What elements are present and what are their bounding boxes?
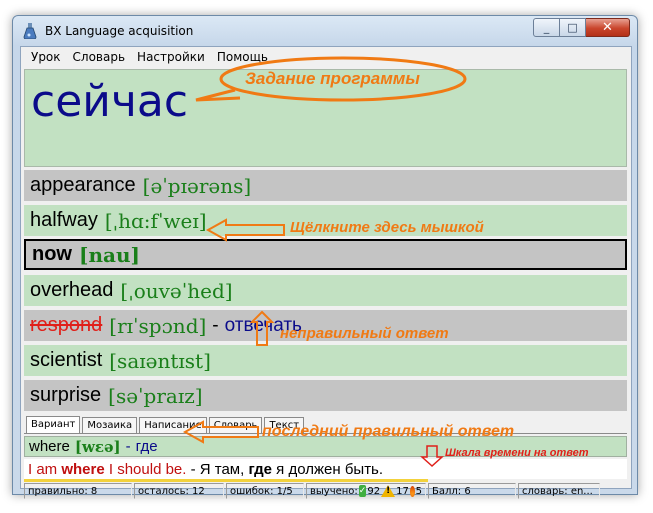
window-title: BX Language acquisition (45, 24, 194, 38)
option-transcription: [ˌouvəˈhed] (120, 278, 233, 303)
last-answer-word: where (29, 438, 70, 455)
tab-spelling[interactable]: Написание (139, 417, 207, 434)
tab-mosaic[interactable]: Мозаика (82, 417, 138, 434)
option-word: now (32, 243, 72, 265)
answer-options: appearance [əˈpɪərəns] halfway [ˌhɑ:fˈwe… (24, 170, 627, 414)
last-answer-dash: - (125, 438, 131, 455)
menu-dictionary[interactable]: Словарь (67, 50, 132, 64)
status-errors: ошибок: 1/5 (226, 483, 304, 499)
annotation-last-answer: последний правильный ответ (262, 423, 515, 440)
menu-settings[interactable]: Настройки (131, 50, 211, 64)
tab-dictionary[interactable]: Словарь (208, 417, 263, 434)
example-en-part1: I am (28, 461, 62, 478)
answer-time-scale (24, 479, 627, 482)
example-en-keyword: where (61, 461, 105, 478)
learned-ok-count: 92 (367, 485, 381, 497)
status-remaining: осталось: 12 (134, 483, 224, 499)
status-score: Балл: 6 (428, 483, 516, 499)
status-dictionary: словарь: en... (518, 483, 600, 499)
close-button[interactable]: ✕ (586, 18, 630, 37)
last-answer-translation: где (135, 438, 158, 455)
status-correct: правильно: 8 (24, 483, 132, 499)
option-row-3-selected[interactable]: now [nau] (24, 239, 627, 270)
option-transcription: [səˈpraɪz] (108, 383, 203, 408)
maximize-button[interactable]: □ (560, 18, 586, 37)
annotation-click-here: Щёлкните здесь мышкой (290, 219, 484, 236)
example-ru-part1: - Я там, (186, 461, 249, 478)
last-answer-transcription: [wɛə] (74, 437, 121, 456)
option-transcription: [rɪˈspɔnd] (109, 313, 207, 338)
tab-variant[interactable]: Вариант (26, 416, 81, 434)
status-learned: выучено: ✓ 92 17 5 (306, 483, 426, 499)
check-icon: ✓ (358, 485, 367, 497)
option-transcription: [əˈpɪərəns] (142, 173, 252, 198)
example-sentence: I am where I should be. - Я там, где я д… (24, 459, 627, 480)
learned-label: выучено: (310, 485, 358, 497)
minimize-button[interactable]: _ (533, 18, 560, 37)
title-bar[interactable]: BX Language acquisition _ □ ✕ (13, 16, 637, 46)
option-word: appearance (30, 174, 136, 196)
option-transcription: [saɪəntɪst] (109, 348, 211, 373)
option-word: halfway (30, 209, 98, 231)
caption-buttons: _ □ ✕ (533, 18, 630, 37)
learned-warn-count: 17 (396, 485, 409, 497)
status-bar: правильно: 8 осталось: 12 ошибок: 1/5 вы… (24, 483, 627, 500)
warning-icon (381, 485, 396, 497)
option-word: scientist (30, 349, 103, 371)
option-word-wrong: respond (30, 314, 103, 336)
option-dash: - (212, 314, 219, 336)
flask-app-icon (23, 23, 37, 39)
option-row-6[interactable]: scientist [saɪəntɪst] (24, 345, 627, 376)
annotation-wrong-answer: неправильный ответ (280, 325, 449, 342)
annotation-time-scale: Шкала времени на ответ (445, 447, 589, 459)
task-word: сейчас (31, 76, 189, 127)
option-row-7[interactable]: surprise [səˈpraɪz] (24, 380, 627, 411)
option-row-4[interactable]: overhead [ˌouvəˈhed] (24, 275, 627, 306)
example-en-part2: I should be. (104, 461, 187, 478)
option-word: overhead (30, 279, 114, 301)
example-ru-keyword: где (248, 461, 273, 478)
example-ru-part2: я должен быть. (272, 461, 384, 478)
fire-icon (409, 485, 415, 497)
menu-help[interactable]: Помощь (211, 50, 274, 64)
option-transcription: [nau] (79, 242, 140, 267)
option-word: surprise (30, 384, 102, 406)
learned-fire-count: 5 (415, 485, 422, 497)
time-scale-fill (24, 479, 428, 482)
menu-bar: Урок Словарь Настройки Помощь (21, 47, 631, 66)
option-transcription: [ˌhɑ:fˈweɪ] (104, 208, 207, 233)
option-row-1[interactable]: appearance [əˈpɪərəns] (24, 170, 627, 201)
annotation-task: Задание программы (245, 69, 420, 88)
menu-lesson[interactable]: Урок (25, 50, 67, 64)
